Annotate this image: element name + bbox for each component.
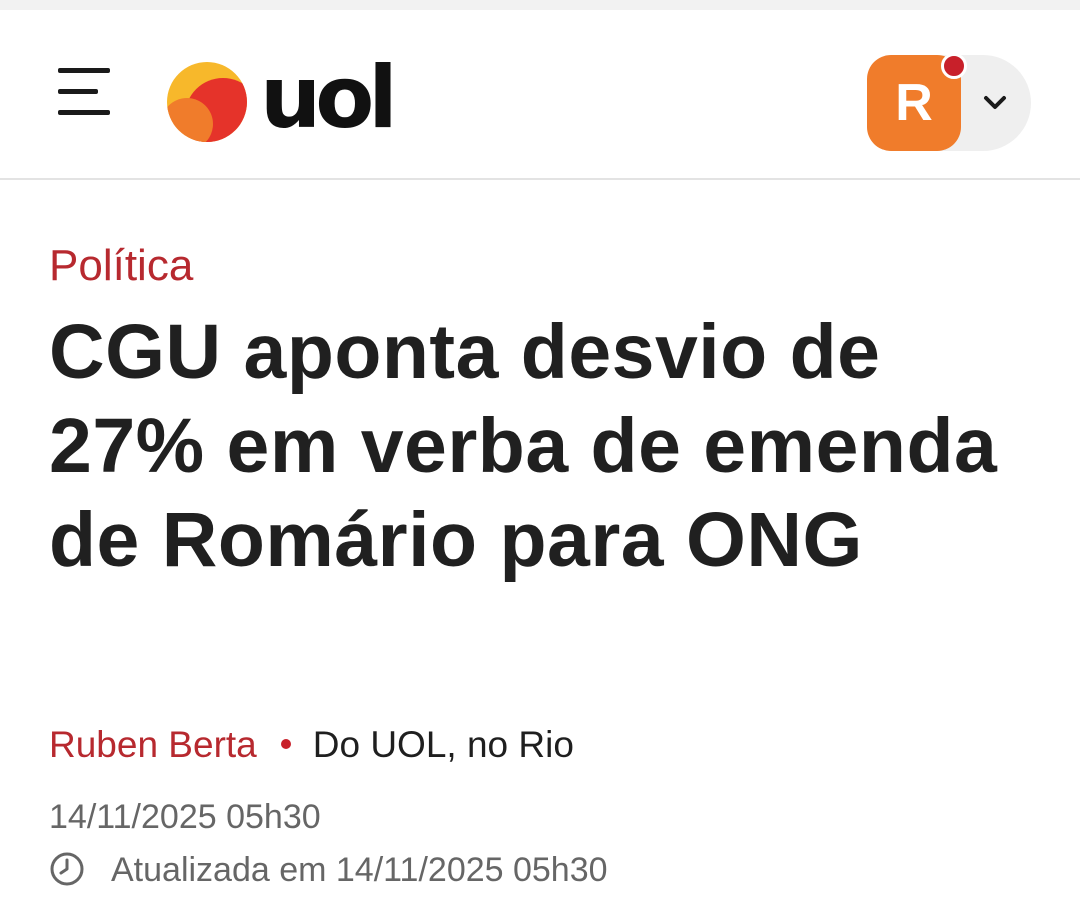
uol-sun-icon [167,62,247,142]
author-link[interactable]: Ruben Berta [49,724,257,765]
hamburger-menu-icon[interactable] [50,68,118,120]
category-link[interactable]: Política [49,238,193,294]
uol-logo[interactable]: uol [165,52,405,144]
article-headline: CGU aponta desvio de 27% em verba de eme… [49,309,998,583]
updated-date: Atualizada em 14/11/2025 05h30 [111,851,608,889]
updated-date-row: Atualizada em 14/11/2025 05h30 [49,848,608,892]
byline: Ruben Berta Do UOL, no Rio [49,720,574,770]
notification-dot [941,53,967,79]
clock-icon [50,852,84,886]
logo-wordmark: uol [260,48,398,148]
byline-separator-dot [280,739,291,750]
chevron-down-icon[interactable] [979,87,1011,119]
status-bar-strip [0,0,1080,10]
published-date: 14/11/2025 05h30 [49,798,321,836]
account-menu-button[interactable]: R [867,53,1031,151]
site-header: uol R [0,10,1080,180]
source-label: Do UOL, no Rio [312,724,574,765]
